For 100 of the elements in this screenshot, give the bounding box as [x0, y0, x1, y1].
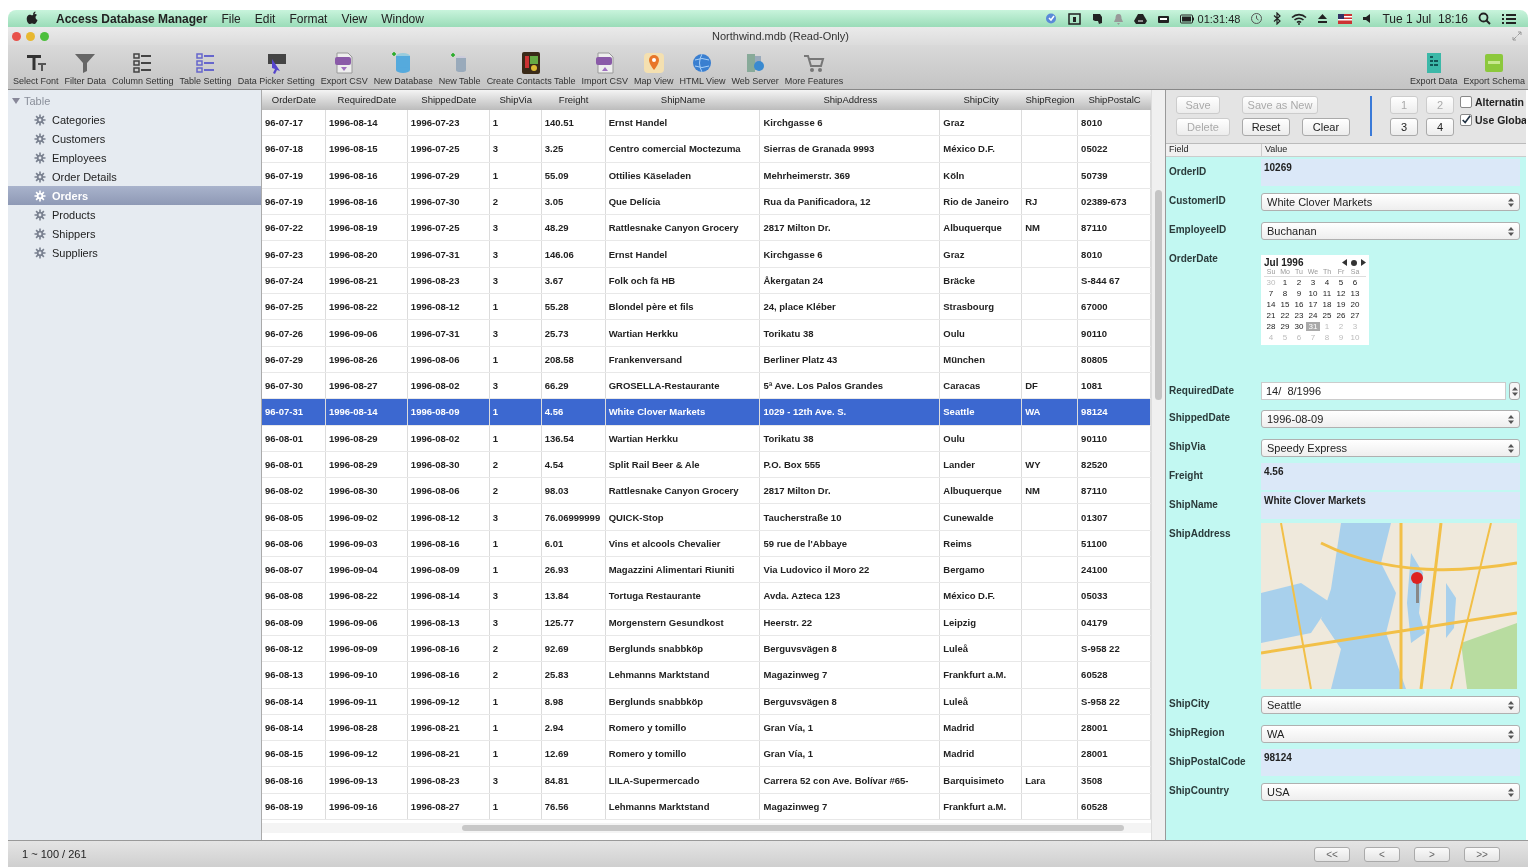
- toolbar-button[interactable]: New Table: [435, 51, 484, 86]
- calendar-day[interactable]: 2: [1292, 278, 1306, 287]
- calendar-day[interactable]: 26: [1334, 311, 1348, 320]
- calendar-day[interactable]: 15: [1278, 300, 1292, 309]
- table-row[interactable]: 96-07-18 1996-08-15 1996-07-25 3 3.25 Centro comercial Moctezuma Sierras de Granada 9993 México D.F. 05022: [262, 136, 1151, 163]
- sidebar-item[interactable]: Categories: [8, 110, 261, 129]
- table-row[interactable]: 96-08-08 1996-08-22 1996-08-14 3 13.84 Tortuga Restaurante Avda. Azteca 123 México D.F. 05033: [262, 583, 1151, 610]
- calendar-day[interactable]: 5: [1334, 278, 1348, 287]
- scrollbar-thumb[interactable]: [1155, 190, 1162, 400]
- table-row[interactable]: 96-08-12 1996-09-09 1996-08-16 2 92.69 Berglunds snabbköp Berguvsvägen 8 Luleå S-958 22: [262, 635, 1151, 663]
- sidebar-item[interactable]: Shippers: [8, 224, 261, 243]
- calendar-day[interactable]: 12: [1334, 289, 1348, 298]
- close-button[interactable]: [12, 31, 21, 41]
- calendar-day[interactable]: 16: [1292, 300, 1306, 309]
- toolbar-button[interactable]: Data Picker Setting: [234, 51, 318, 86]
- dropdown[interactable]: White Clover Markets: [1261, 193, 1520, 211]
- table-row[interactable]: 96-08-16 1996-09-13 1996-08-23 3 84.81 LILA-Supermercado Carrera 52 con Ave. Bolívar #65- Barquisimeto Lara 3508: [262, 767, 1151, 794]
- sidebar-item[interactable]: Products: [8, 205, 261, 224]
- menu-item[interactable]: Window: [381, 11, 424, 26]
- apple-icon[interactable]: [26, 11, 40, 26]
- app-menu[interactable]: Access Database Manager: [56, 11, 208, 26]
- clock-icon[interactable]: [1250, 12, 1264, 25]
- battery-icon[interactable]: [1179, 13, 1194, 24]
- speaker-icon[interactable]: [1362, 13, 1373, 24]
- table-row[interactable]: 96-07-22 1996-08-19 1996-07-25 3 48.29 Rattlesnake Canyon Grocery 2817 Milton Dr. Albuquerque NM 87110: [262, 215, 1151, 242]
- calendar-day[interactable]: 25: [1320, 311, 1334, 320]
- navigation-button[interactable]: >>: [1464, 846, 1500, 862]
- toolbar-button[interactable]: Select Font: [10, 51, 62, 86]
- value-field[interactable]: 10269: [1261, 159, 1520, 186]
- calendar-day[interactable]: 11: [1320, 289, 1334, 298]
- calendar-day[interactable]: 23: [1292, 311, 1306, 320]
- column-header[interactable]: OrderDate: [262, 90, 326, 110]
- toolbar-button[interactable]: Export CSV: [317, 51, 371, 86]
- navigation-button[interactable]: <<: [1314, 846, 1350, 862]
- calendar-day[interactable]: 18: [1320, 300, 1334, 309]
- date-field[interactable]: 14/ 8/1996: [1261, 382, 1506, 400]
- window-icon[interactable]: [1067, 12, 1081, 25]
- list-icon[interactable]: [1501, 12, 1516, 25]
- menu-item[interactable]: File: [221, 11, 241, 26]
- calendar-day[interactable]: 9: [1292, 289, 1306, 298]
- calendar-day[interactable]: 13: [1348, 289, 1362, 298]
- toolbar-button[interactable]: Column Setting: [109, 51, 177, 86]
- menu-item[interactable]: Format: [289, 11, 328, 26]
- calendar-day[interactable]: 3: [1306, 278, 1320, 287]
- column-header[interactable]: ShippedDate: [407, 90, 490, 110]
- bluetooth-icon[interactable]: [1273, 12, 1282, 25]
- page-button[interactable]: 3: [1390, 118, 1418, 136]
- sidebar-item[interactable]: Suppliers: [8, 243, 261, 262]
- toolbar-button[interactable]: Export Schema: [1460, 51, 1528, 86]
- table-row[interactable]: 96-08-15 1996-09-12 1996-08-21 1 12.69 Romero y tomillo Gran Vía, 1 Madrid 28001: [262, 741, 1151, 768]
- value-field[interactable]: 98124: [1261, 749, 1520, 776]
- toolbar-button[interactable]: Filter Data: [61, 51, 110, 86]
- calendar-day[interactable]: 19: [1334, 300, 1348, 309]
- calendar-day[interactable]: 4: [1320, 278, 1334, 287]
- sync-icon[interactable]: [1043, 12, 1058, 25]
- search-icon[interactable]: [1478, 12, 1491, 25]
- table-row[interactable]: 96-07-26 1996-09-06 1996-07-31 3 25.73 Wartian Herkku Torikatu 38 Oulu 90110: [262, 320, 1151, 347]
- table-row[interactable]: 96-07-29 1996-08-26 1996-08-06 1 208.58 Frankenversand Berliner Platz 43 München 80805: [262, 346, 1151, 373]
- calendar-day[interactable]: 29: [1278, 322, 1292, 331]
- value-field[interactable]: White Clover Markets: [1261, 492, 1520, 519]
- toolbar-button[interactable]: Table Setting: [176, 51, 235, 86]
- column-header[interactable]: ShipCity: [940, 90, 1023, 110]
- dropdown[interactable]: Seattle: [1261, 696, 1520, 714]
- checkbox[interactable]: [1460, 96, 1472, 108]
- calendar-day[interactable]: 20: [1348, 300, 1362, 309]
- flag-icon[interactable]: [1338, 13, 1353, 24]
- calendar-day[interactable]: 7: [1264, 289, 1278, 298]
- today-dot-icon[interactable]: [1351, 259, 1357, 266]
- action-button[interactable]: Reset: [1242, 118, 1290, 136]
- dropdown[interactable]: Speedy Express: [1261, 439, 1520, 457]
- table-row[interactable]: 96-08-02 1996-08-30 1996-08-06 2 98.03 Rattlesnake Canyon Grocery 2817 Milton Dr. Albuquerque NM 87110: [262, 478, 1151, 505]
- table-row[interactable]: 96-08-05 1996-09-02 1996-08-12 3 76.06999999 QUICK-Stop Taucherstraße 10 Cunewalde 01307: [262, 504, 1151, 531]
- action-button[interactable]: Clear: [1302, 118, 1350, 136]
- wifi-icon[interactable]: [1291, 12, 1308, 25]
- sidebar-item[interactable]: Customers: [8, 129, 261, 148]
- table-row[interactable]: 96-08-06 1996-09-03 1996-08-16 1 6.01 Vins et alcools Chevalier 59 rue de l'Abbaye Reims 51100: [262, 530, 1151, 558]
- toolbar-button[interactable]: Export Data: [1406, 51, 1461, 86]
- table-row[interactable]: 96-07-23 1996-08-20 1996-07-31 3 146.06 Ernst Handel Kirchgasse 6 Graz 8010: [262, 241, 1151, 268]
- column-header[interactable]: ShipRegion: [1022, 90, 1079, 110]
- calendar-day[interactable]: 6: [1348, 278, 1362, 287]
- calendar-day[interactable]: 24: [1306, 311, 1320, 320]
- toolbar-button[interactable]: New Database: [370, 51, 436, 86]
- calendar-day[interactable]: 30: [1292, 322, 1306, 331]
- table-row[interactable]: 96-08-19 1996-09-16 1996-08-27 1 76.56 Lehmanns Marktstand Magazinweg 7 Frankfurt a.M. 60528: [262, 793, 1151, 820]
- next-icon[interactable]: [1361, 259, 1366, 266]
- toolbar-button[interactable]: Map View: [631, 51, 677, 86]
- menu-item[interactable]: Edit: [254, 11, 276, 26]
- toolbar-button[interactable]: HTML View: [676, 51, 729, 86]
- calendar-day[interactable]: 17: [1306, 300, 1320, 309]
- table-row[interactable]: 96-07-31 1996-08-14 1996-08-09 1 4.56 White Clover Markets 1029 - 12th Ave. S. Seattle WA 98124: [262, 399, 1151, 426]
- table-row[interactable]: 96-07-19 1996-08-16 1996-07-30 2 3.05 Que Delícia Rua da Panificadora, 12 Rio de Janeiro RJ 02389-673: [262, 188, 1151, 216]
- table-row[interactable]: 96-08-01 1996-08-29 1996-08-02 1 136.54 Wartian Herkku Torikatu 38 Oulu 90110: [262, 425, 1151, 452]
- table-row[interactable]: 96-07-19 1996-08-16 1996-07-29 1 55.09 Ottilies Käseladen Mehrheimerstr. 369 Köln 50739: [262, 162, 1151, 189]
- calendar-day[interactable]: 21: [1264, 311, 1278, 320]
- column-header[interactable]: ShipAddress: [760, 90, 941, 110]
- calendar-day[interactable]: 22: [1278, 311, 1292, 320]
- column-header[interactable]: Freight: [541, 90, 606, 110]
- navigation-button[interactable]: <: [1364, 846, 1400, 862]
- column-header[interactable]: ShipVia: [489, 90, 542, 110]
- disclosure-triangle-icon[interactable]: [12, 97, 20, 105]
